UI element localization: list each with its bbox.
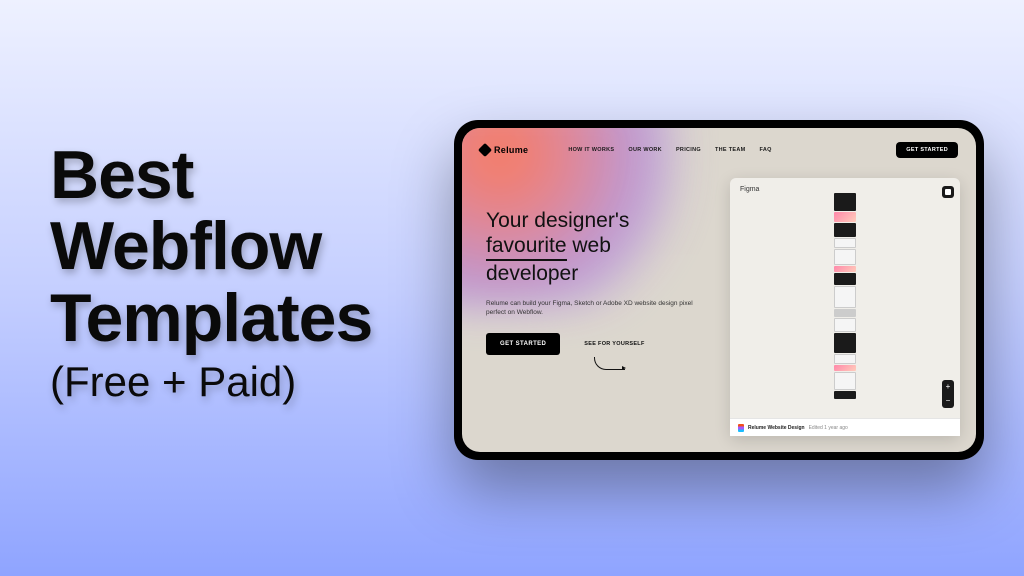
figma-fullscreen-button[interactable] [942,186,954,198]
figma-label: Figma [740,186,759,193]
nav-pricing[interactable]: PRICING [676,147,701,153]
design-frame [834,273,856,285]
nav-our-work[interactable]: OUR WORK [628,147,662,153]
nav-links: HOW IT WORKS OUR WORK PRICING THE TEAM F… [568,147,771,153]
website-screenshot: Relume HOW IT WORKS OUR WORK PRICING THE… [462,128,976,452]
figma-zoom-controls[interactable]: + − [942,380,954,408]
design-frame [834,333,856,353]
design-frame [834,238,856,248]
nav-faq[interactable]: FAQ [760,147,772,153]
design-frame [834,286,856,308]
zoom-out-icon[interactable]: − [946,397,951,405]
headline-line-2: Webflow [50,211,372,282]
design-frame [834,318,856,332]
hero-title: Your designer's favourite web developer [486,208,696,287]
device-frame: Relume HOW IT WORKS OUR WORK PRICING THE… [454,120,984,460]
headline-subtitle: (Free + Paid) [50,358,372,406]
design-frame [834,372,856,390]
nav-the-team[interactable]: THE TEAM [715,147,746,153]
hero-title-line1: Your designer's [486,209,629,232]
cta-row: GET STARTED SEE FOR YOURSELF [486,333,696,355]
brand-text: Relume [494,145,528,155]
design-frame [834,212,856,222]
headline-line-1: Best [50,140,372,211]
hero-section: Your designer's favourite web developer … [486,208,696,355]
headline-line-3: Templates [50,283,372,354]
design-frame [834,266,856,272]
hero-title-underlined: favourite [486,233,567,261]
design-frame [834,223,856,237]
brand[interactable]: Relume [480,145,528,155]
hero-get-started-button[interactable]: GET STARTED [486,333,560,355]
nav-how-it-works[interactable]: HOW IT WORKS [568,147,614,153]
design-frame [834,391,856,399]
design-frame [834,309,856,317]
see-for-yourself-link[interactable]: SEE FOR YOURSELF [584,341,644,347]
figma-logo-icon [738,424,744,432]
figma-canvas[interactable] [834,193,856,399]
navbar: Relume HOW IT WORKS OUR WORK PRICING THE… [480,142,958,158]
figma-file-bar[interactable]: Relume Website Design Edited 1 year ago [730,418,960,436]
design-frame [834,354,856,364]
cube-icon [478,143,492,157]
hero-body: Relume can build your Figma, Sketch or A… [486,299,696,317]
hero-title-line2b: web [567,234,611,257]
header-get-started-button[interactable]: GET STARTED [896,142,958,158]
promo-headline: Best Webflow Templates (Free + Paid) [50,140,372,406]
design-frame [834,365,856,371]
design-frame [834,193,856,211]
figma-file-meta: Edited 1 year ago [809,425,848,431]
figma-embed[interactable]: Figma + − [730,178,960,436]
design-frame [834,249,856,265]
figma-file-name: Relume Website Design [748,425,805,431]
zoom-in-icon[interactable]: + [946,383,951,391]
hero-title-line3: developer [486,262,578,285]
